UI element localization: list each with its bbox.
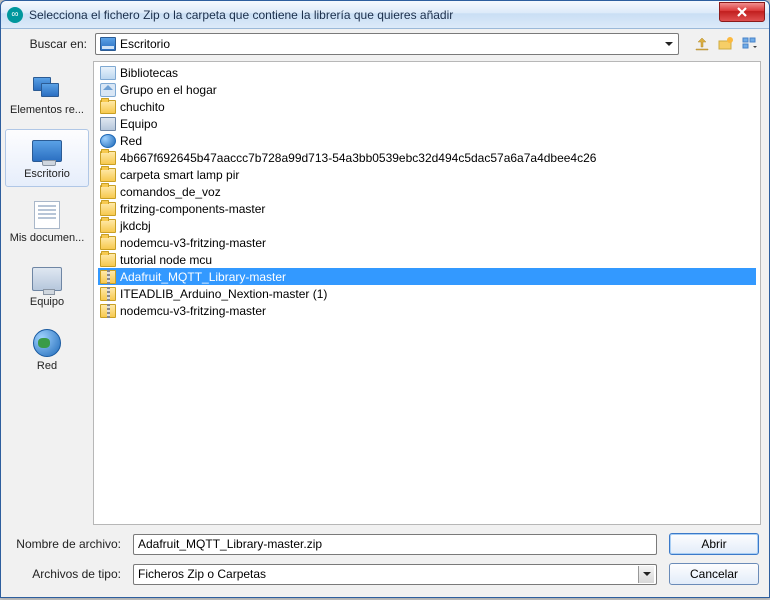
list-item-label: carpeta smart lamp pir: [120, 168, 239, 182]
lookin-label: Buscar en:: [11, 37, 95, 51]
list-item[interactable]: jkdcbj: [98, 217, 756, 234]
arduino-icon: [7, 7, 23, 23]
list-item[interactable]: ITEADLIB_Arduino_Nextion-master (1): [98, 285, 756, 302]
folder-icon: [100, 168, 116, 182]
list-item-label: tutorial node mcu: [120, 253, 212, 267]
list-item-label: chuchito: [120, 100, 165, 114]
filename-label: Nombre de archivo:: [11, 537, 121, 551]
list-item[interactable]: chuchito: [98, 98, 756, 115]
list-item[interactable]: Adafruit_MQTT_Library-master: [98, 268, 756, 285]
folder-icon: [100, 236, 116, 250]
file-list: Bibliotecas Grupo en el hogar chuchito Equi…: [94, 62, 760, 321]
list-item-label: Bibliotecas: [120, 66, 178, 80]
folder-icon: [100, 185, 116, 199]
list-item-label: Adafruit_MQTT_Library-master: [120, 270, 286, 284]
chevron-down-icon[interactable]: [662, 35, 676, 53]
open-button[interactable]: Abrir: [669, 533, 759, 555]
places-bar: Elementos re... Escritorio Mis documen... E…: [1, 59, 93, 527]
list-item-label: 4b667f692645b47aaccc7b728a99d713-54a3bb0…: [120, 151, 596, 165]
zip-icon: [100, 270, 116, 284]
list-item-label: comandos_de_voz: [120, 185, 221, 199]
places-item-label: Equipo: [30, 296, 64, 308]
places-item-recent[interactable]: Elementos re...: [4, 65, 90, 123]
desktop-icon: [100, 37, 116, 51]
recent-icon: [30, 72, 64, 102]
toolbar-icons: [693, 35, 759, 53]
file-list-pane[interactable]: Bibliotecas Grupo en el hogar chuchito Equi…: [93, 61, 761, 525]
list-item-label: ITEADLIB_Arduino_Nextion-master (1): [120, 287, 327, 301]
list-item[interactable]: Equipo: [98, 115, 756, 132]
places-item-label: Red: [37, 360, 57, 372]
list-item-label: Red: [120, 134, 142, 148]
list-item-label: nodemcu-v3-fritzing-master: [120, 236, 266, 250]
folder-icon: [100, 151, 116, 165]
file-open-dialog: Selecciona el fichero Zip o la carpeta q…: [0, 0, 770, 598]
lookin-value: Escritorio: [120, 37, 662, 51]
places-item-label: Escritorio: [24, 168, 70, 180]
chevron-down-icon[interactable]: [638, 566, 654, 583]
list-item-label: jkdcbj: [120, 219, 151, 233]
list-item[interactable]: 4b667f692645b47aaccc7b728a99d713-54a3bb0…: [98, 149, 756, 166]
list-item[interactable]: Red: [98, 132, 756, 149]
up-one-level-icon[interactable]: [693, 35, 711, 53]
dialog-body: Elementos re... Escritorio Mis documen... E…: [1, 59, 769, 527]
list-item[interactable]: carpeta smart lamp pir: [98, 166, 756, 183]
documents-icon: [30, 200, 64, 230]
list-item[interactable]: fritzing-components-master: [98, 200, 756, 217]
lookin-toolbar: Buscar en: Escritorio: [1, 29, 769, 59]
folder-icon: [100, 253, 116, 267]
filetype-value: Ficheros Zip o Carpetas: [138, 567, 638, 581]
lookin-combo[interactable]: Escritorio: [95, 33, 679, 55]
bottom-panel: Nombre de archivo: Abrir Archivos de tip…: [1, 527, 769, 597]
filetype-combo[interactable]: Ficheros Zip o Carpetas: [133, 564, 657, 585]
folder-icon: [100, 219, 116, 233]
list-item[interactable]: comandos_de_voz: [98, 183, 756, 200]
network-icon: [30, 328, 64, 358]
list-item-label: nodemcu-v3-fritzing-master: [120, 304, 266, 318]
list-item-label: Grupo en el hogar: [120, 83, 217, 97]
homegroup-icon: [100, 83, 116, 97]
computer-icon: [100, 117, 116, 131]
close-icon: [736, 6, 748, 18]
filetype-label: Archivos de tipo:: [11, 567, 121, 581]
list-item[interactable]: Bibliotecas: [98, 64, 756, 81]
places-item-monitor[interactable]: Escritorio: [5, 129, 89, 187]
list-item[interactable]: tutorial node mcu: [98, 251, 756, 268]
titlebar: Selecciona el fichero Zip o la carpeta q…: [1, 1, 769, 29]
list-item-label: fritzing-components-master: [120, 202, 265, 216]
zip-icon: [100, 304, 116, 318]
view-menu-icon[interactable]: [741, 35, 759, 53]
list-item-label: Equipo: [120, 117, 157, 131]
folder-icon: [100, 202, 116, 216]
places-item-label: Elementos re...: [10, 104, 84, 116]
zip-icon: [100, 287, 116, 301]
places-item-label: Mis documen...: [10, 232, 85, 244]
close-button[interactable]: [719, 2, 765, 22]
list-item[interactable]: nodemcu-v3-fritzing-master: [98, 234, 756, 251]
cancel-button[interactable]: Cancelar: [669, 563, 759, 585]
folder-icon: [100, 100, 116, 114]
places-item-globe[interactable]: Red: [4, 321, 90, 379]
desktop-icon: [30, 136, 64, 166]
new-folder-icon[interactable]: [717, 35, 735, 53]
places-item-pc[interactable]: Equipo: [4, 257, 90, 315]
list-item[interactable]: nodemcu-v3-fritzing-master: [98, 302, 756, 319]
computer-icon: [30, 264, 64, 294]
window-title: Selecciona el fichero Zip o la carpeta q…: [29, 8, 719, 22]
filename-input[interactable]: [133, 534, 657, 555]
network-icon: [100, 134, 116, 148]
libraries-icon: [100, 66, 116, 80]
places-item-docs[interactable]: Mis documen...: [4, 193, 90, 251]
list-item[interactable]: Grupo en el hogar: [98, 81, 756, 98]
